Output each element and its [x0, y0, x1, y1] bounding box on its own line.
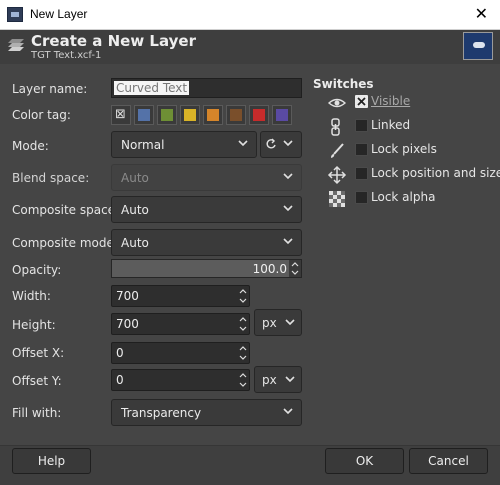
mode-select[interactable]: Normal [111, 131, 257, 158]
cancel-button[interactable]: Cancel [409, 448, 488, 474]
opacity-slider[interactable]: 100.0 [111, 259, 302, 278]
spin-arrows-icon[interactable] [238, 315, 248, 333]
linked-checkbox[interactable] [355, 119, 368, 132]
offset-y-label: Offset Y: [12, 374, 62, 388]
window-title: New Layer [30, 7, 88, 21]
spin-arrows-icon[interactable] [238, 344, 248, 362]
composite-mode-label: Composite mode: [12, 236, 118, 250]
ok-button[interactable]: OK [325, 448, 404, 474]
color-tag-red[interactable] [249, 105, 269, 125]
checkerboard-icon [329, 191, 345, 207]
fill-with-value: Transparency [121, 406, 202, 420]
height-label: Height: [12, 318, 56, 332]
mode-switch-button[interactable] [260, 131, 302, 158]
mode-label: Mode: [12, 139, 49, 153]
eye-icon [327, 98, 347, 108]
color-tag-blue[interactable] [134, 105, 154, 125]
blend-space-value: Auto [121, 171, 149, 185]
lock-pixels-label: Lock pixels [371, 142, 437, 156]
blend-space-select[interactable]: Auto [111, 164, 302, 191]
height-input[interactable]: 700 [111, 313, 250, 335]
image-thumbnail [463, 32, 493, 60]
color-tag-brown[interactable] [226, 105, 246, 125]
lock-pixels-checkbox[interactable] [355, 143, 368, 156]
chevron-down-icon [283, 173, 293, 180]
chain-link-icon [331, 118, 340, 136]
lock-position-label: Lock position and size [371, 166, 500, 180]
fill-with-label: Fill with: [12, 406, 62, 420]
color-tag-orange[interactable] [203, 105, 223, 125]
image-name: TGT Text.xcf-1 [31, 50, 102, 61]
linked-label: Linked [371, 118, 411, 132]
spin-arrows-icon[interactable] [290, 261, 300, 276]
visible-label: Visible [371, 94, 411, 108]
composite-space-value: Auto [121, 203, 149, 217]
switches-heading: Switches [313, 77, 374, 91]
offset-x-input[interactable]: 0 [111, 342, 250, 364]
chevron-down-icon [283, 205, 293, 212]
color-tag-label: Color tag: [12, 108, 71, 122]
size-unit-select[interactable]: px [254, 309, 302, 336]
check-icon [357, 97, 366, 106]
width-label: Width: [12, 289, 51, 303]
color-tag-green[interactable] [157, 105, 177, 125]
blend-space-label: Blend space: [12, 171, 90, 185]
layer-name-label: Layer name: [12, 82, 88, 96]
chevron-down-icon [285, 376, 295, 383]
help-button[interactable]: Help [12, 448, 91, 474]
mode-switch-icon [266, 138, 276, 149]
fill-with-select[interactable]: Transparency [111, 399, 302, 426]
composite-mode-value: Auto [121, 236, 149, 250]
lock-alpha-checkbox[interactable] [355, 191, 368, 204]
offset-x-label: Offset X: [12, 346, 65, 360]
width-input[interactable]: 700 [111, 285, 250, 307]
spin-arrows-icon[interactable] [238, 371, 248, 389]
color-tag-yellow[interactable] [180, 105, 200, 125]
offset-y-value: 0 [116, 373, 124, 387]
chevron-down-icon [283, 408, 293, 415]
chevron-down-icon [238, 140, 248, 147]
opacity-value: 100.0 [252, 262, 287, 276]
color-tag-none[interactable]: ⊠ [111, 105, 131, 125]
spin-arrows-icon[interactable] [238, 287, 248, 305]
brush-icon [331, 143, 344, 158]
opacity-label: Opacity: [12, 263, 62, 277]
lock-position-checkbox[interactable] [355, 167, 368, 180]
mode-value: Normal [121, 138, 165, 152]
offset-unit-value: px [262, 373, 277, 387]
layer-name-input[interactable]: Curved Text [111, 78, 302, 98]
width-value: 700 [116, 289, 139, 303]
composite-mode-select[interactable]: Auto [111, 229, 302, 256]
close-icon[interactable]: ✕ [475, 4, 488, 23]
height-value: 700 [116, 317, 139, 331]
size-unit-value: px [262, 316, 277, 330]
lock-alpha-label: Lock alpha [371, 190, 436, 204]
dialog-title: Create a New Layer [31, 32, 196, 50]
visible-checkbox[interactable] [355, 95, 368, 108]
move-arrows-icon [327, 165, 347, 185]
offset-unit-select[interactable]: px [254, 366, 302, 393]
chevron-down-icon [285, 319, 295, 326]
no-color-icon: ⊠ [115, 107, 126, 122]
offset-x-value: 0 [116, 346, 124, 360]
color-tag-violet[interactable] [272, 105, 292, 125]
offset-y-input[interactable]: 0 [111, 369, 250, 391]
gimp-app-icon [7, 7, 23, 22]
layer-name-value: Curved Text [114, 81, 190, 95]
chevron-down-icon [283, 140, 293, 147]
composite-space-select[interactable]: Auto [111, 196, 302, 223]
composite-space-label: Composite space: [12, 203, 120, 217]
dialog-header: Create a New Layer TGT Text.xcf-1 [0, 30, 500, 64]
new-layer-icon [8, 39, 24, 51]
window-titlebar: New Layer ✕ [0, 0, 500, 30]
chevron-down-icon [283, 238, 293, 245]
